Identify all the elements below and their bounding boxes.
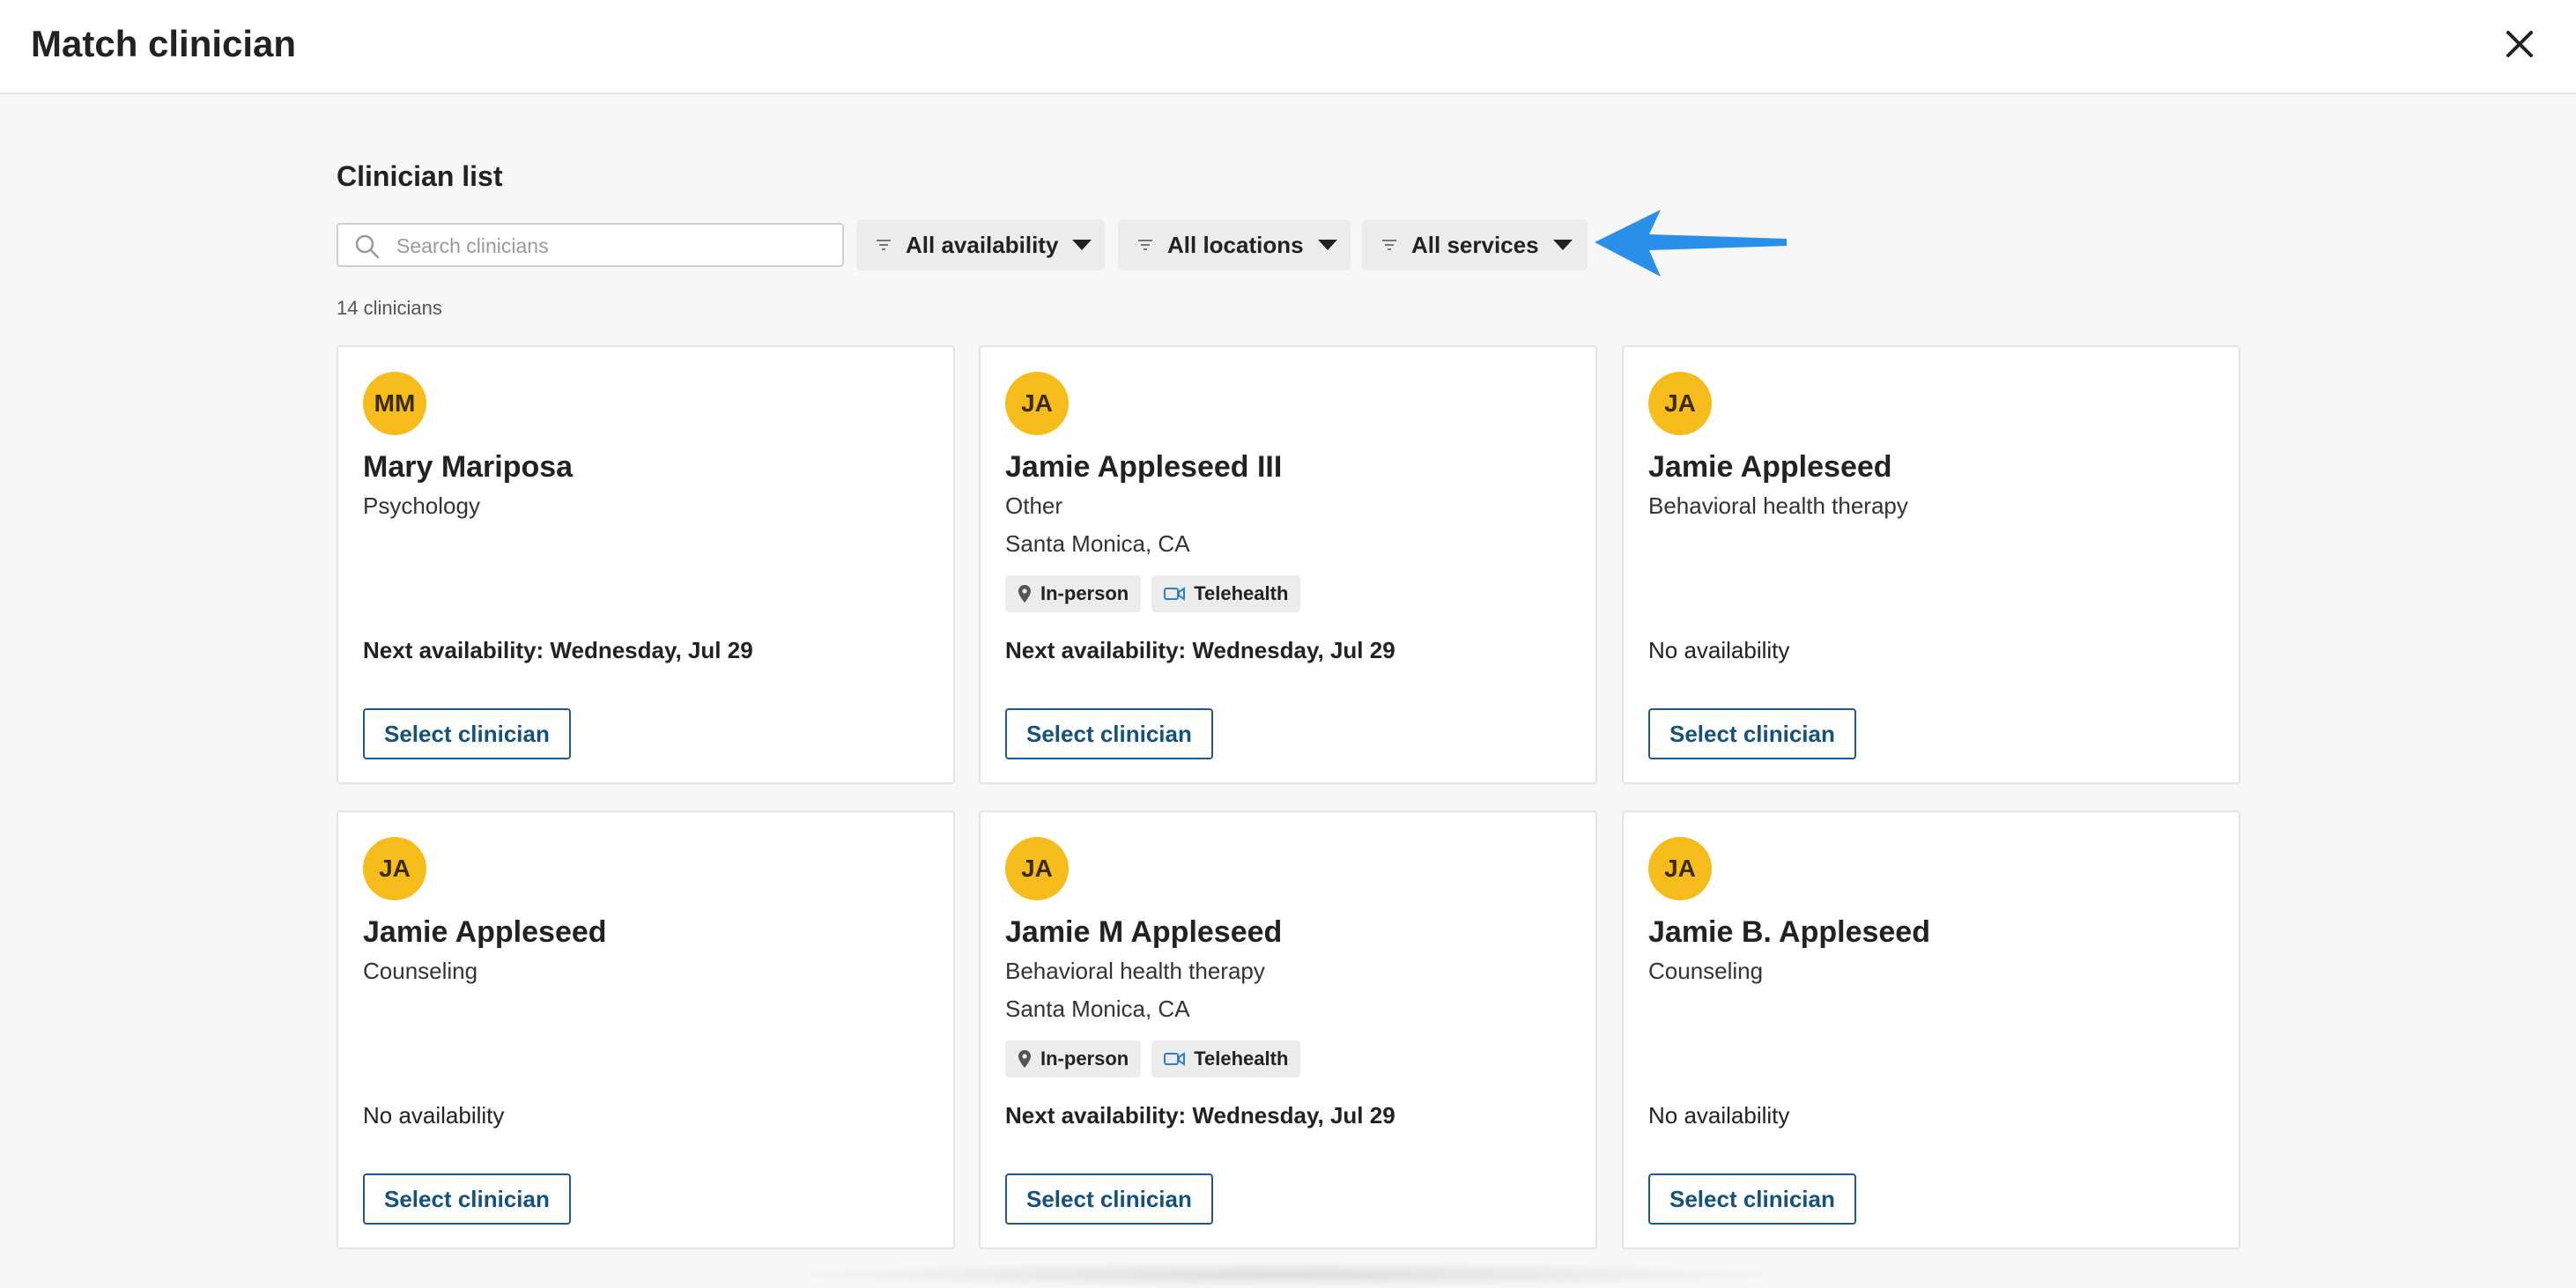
video-camera-icon xyxy=(1164,1052,1186,1066)
avatar: MM xyxy=(363,372,426,435)
clinician-specialty: Counseling xyxy=(363,958,478,984)
location-pin-icon xyxy=(1018,1049,1032,1069)
tag-in-person: In-person xyxy=(1005,1040,1142,1077)
filter-availability[interactable]: All availability xyxy=(856,219,1105,270)
tag-telehealth: Telehealth xyxy=(1151,1040,1301,1077)
caret-down-icon xyxy=(1317,240,1337,250)
service-tags: In-person Telehealth xyxy=(1005,575,1301,612)
clinician-specialty: Psychology xyxy=(363,492,480,519)
filter-label: All availability xyxy=(906,231,1059,258)
select-clinician-button[interactable]: Select clinician xyxy=(363,708,571,759)
clinician-count: 14 clinicians xyxy=(337,297,442,319)
clinician-availability: Next availability: Wednesday, Jul 29 xyxy=(1005,1102,1395,1129)
avatar: JA xyxy=(363,837,426,900)
filter-icon xyxy=(1137,239,1153,251)
clinician-specialty: Behavioral health therapy xyxy=(1648,492,1908,519)
clinician-location: Santa Monica, CA xyxy=(1005,996,1190,1022)
clinician-specialty: Counseling xyxy=(1648,958,1764,984)
avatar: JA xyxy=(1648,372,1712,435)
filter-icon xyxy=(876,239,892,251)
clinician-availability: No availability xyxy=(363,1102,505,1129)
tag-label: In-person xyxy=(1040,582,1129,604)
clinician-card: JA Jamie Appleseed III Other Santa Monic… xyxy=(979,345,1597,784)
clinician-location: Santa Monica, CA xyxy=(1005,530,1190,557)
clinician-card: JA Jamie B. Appleseed Counseling No avai… xyxy=(1622,811,2240,1249)
close-button[interactable] xyxy=(2498,23,2541,65)
caret-down-icon xyxy=(1552,240,1573,250)
clinician-availability: Next availability: Wednesday, Jul 29 xyxy=(1005,637,1395,663)
tag-label: Telehealth xyxy=(1194,582,1289,604)
clinician-availability: Next availability: Wednesday, Jul 29 xyxy=(363,637,753,663)
select-clinician-button[interactable]: Select clinician xyxy=(1005,708,1213,759)
clinician-availability: No availability xyxy=(1648,1102,1790,1129)
clinician-card: JA Jamie Appleseed Counseling No availab… xyxy=(337,811,955,1249)
search-input[interactable] xyxy=(395,225,830,267)
select-clinician-button[interactable]: Select clinician xyxy=(363,1173,571,1225)
clinician-card: JA Jamie Appleseed Behavioral health the… xyxy=(1622,345,2240,784)
clinician-specialty: Behavioral health therapy xyxy=(1005,958,1265,984)
filter-locations[interactable]: All locations xyxy=(1118,219,1351,270)
clinician-name: Jamie B. Appleseed xyxy=(1648,915,1930,949)
video-camera-icon xyxy=(1164,587,1186,601)
clinician-name: Jamie M Appleseed xyxy=(1005,915,1283,949)
search-box xyxy=(337,223,844,267)
filter-label: All services xyxy=(1411,231,1539,258)
section-title: Clinician list xyxy=(337,160,503,192)
avatar: JA xyxy=(1648,837,1712,900)
clinician-availability: No availability xyxy=(1648,637,1790,663)
tag-in-person: In-person xyxy=(1005,575,1142,612)
clinician-specialty: Other xyxy=(1005,492,1063,519)
arrow-pointer-icon xyxy=(1595,210,1787,277)
filter-services[interactable]: All services xyxy=(1362,219,1588,270)
bottom-shadow xyxy=(766,1262,1806,1288)
modal-title: Match clinician xyxy=(31,23,297,64)
avatar: JA xyxy=(1005,837,1069,900)
select-clinician-button[interactable]: Select clinician xyxy=(1648,708,1856,759)
clinician-card: JA Jamie M Appleseed Behavioral health t… xyxy=(979,811,1597,1249)
tag-telehealth: Telehealth xyxy=(1151,575,1301,612)
clinician-name: Jamie Appleseed xyxy=(1648,450,1892,484)
clinician-name: Jamie Appleseed xyxy=(363,915,607,949)
location-pin-icon xyxy=(1018,584,1032,603)
tag-label: Telehealth xyxy=(1194,1047,1289,1070)
caret-down-icon xyxy=(1072,240,1092,250)
modal-header: Match clinician xyxy=(0,0,2576,94)
select-clinician-button[interactable]: Select clinician xyxy=(1648,1173,1856,1225)
service-tags: In-person Telehealth xyxy=(1005,1040,1301,1077)
clinician-name: Mary Mariposa xyxy=(363,450,574,484)
avatar: JA xyxy=(1005,372,1069,435)
close-icon xyxy=(2506,31,2533,57)
filter-label: All locations xyxy=(1167,231,1304,258)
select-clinician-button[interactable]: Select clinician xyxy=(1005,1173,1213,1225)
tag-label: In-person xyxy=(1040,1047,1129,1070)
clinician-card: MM Mary Mariposa Psychology Next availab… xyxy=(337,345,955,784)
clinician-name: Jamie Appleseed III xyxy=(1005,450,1283,484)
filter-icon xyxy=(1381,239,1397,251)
search-icon xyxy=(355,234,380,259)
